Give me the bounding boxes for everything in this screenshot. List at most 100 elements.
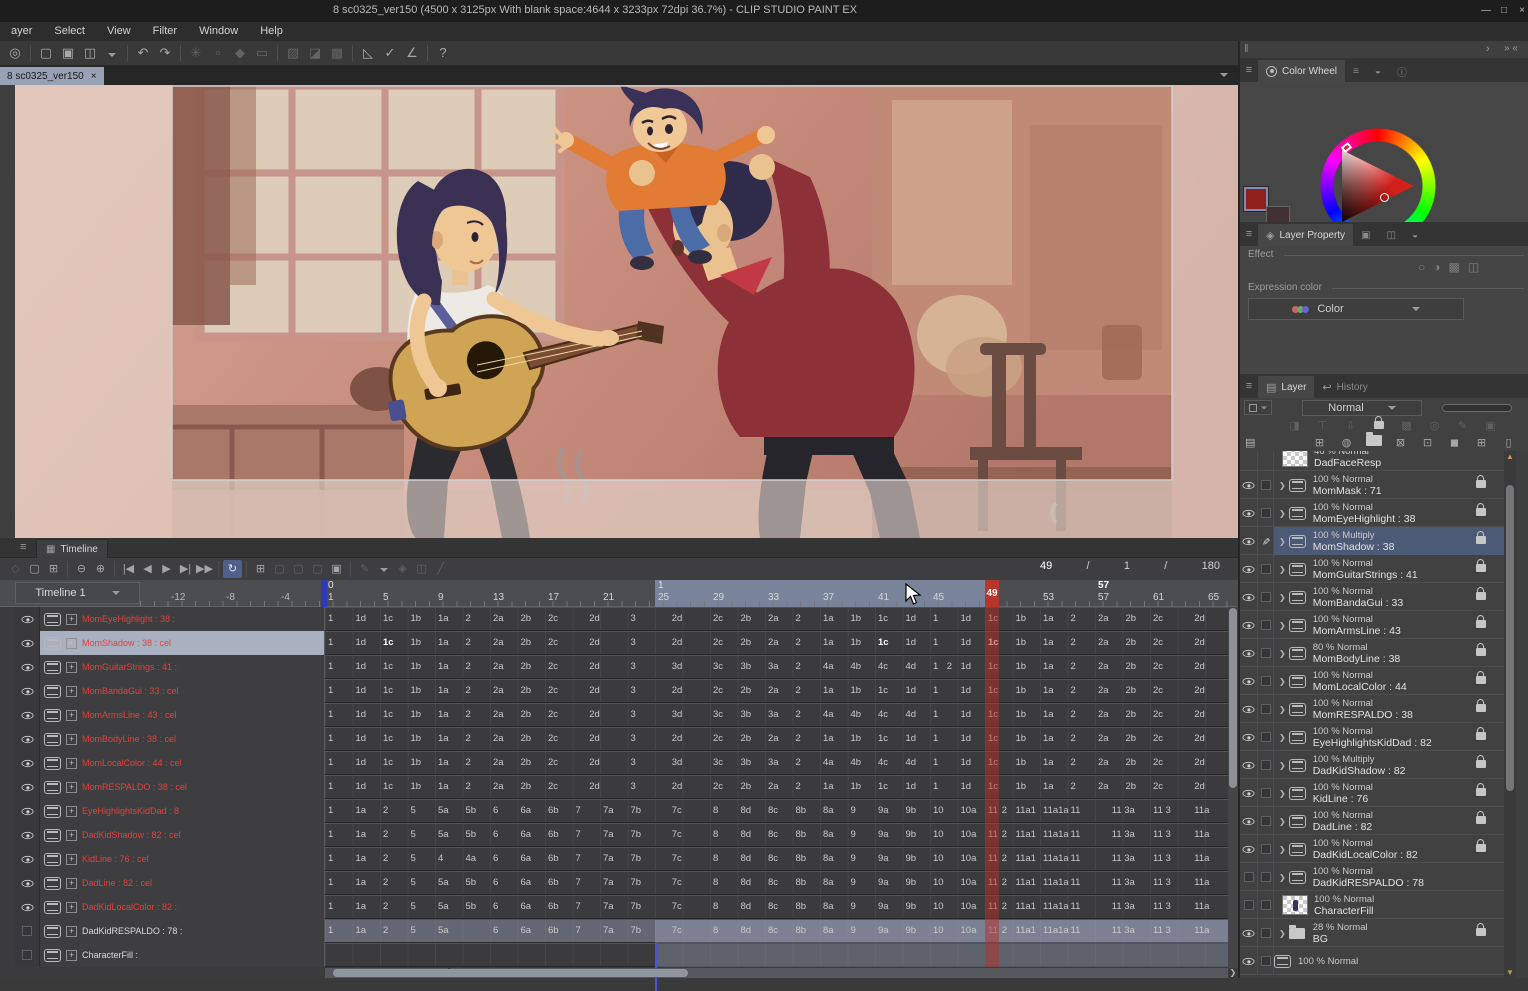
track-frames-CharacterFill[interactable]: [325, 943, 1228, 967]
cel-label[interactable]: 10a: [961, 829, 977, 840]
cel-label[interactable]: 5: [411, 925, 416, 936]
layer-row[interactable]: ❯ 100 % Normal MomBandaGui : 33: [1240, 583, 1504, 611]
cel-label[interactable]: 11: [1071, 901, 1081, 912]
cel-label[interactable]: 8b: [796, 829, 807, 840]
cel-label[interactable]: 2b: [521, 781, 532, 792]
cel-label[interactable]: 9a: [878, 901, 889, 912]
cel-label[interactable]: 2c: [1153, 709, 1163, 720]
cel-label[interactable]: 2d: [672, 685, 683, 696]
eye-icon[interactable]: [1242, 649, 1255, 657]
layer-edit-cell[interactable]: [1258, 751, 1274, 779]
cel-label[interactable]: 3a: [768, 661, 779, 672]
cel-label[interactable]: 2: [796, 733, 801, 744]
expand-chevron-icon[interactable]: ❯: [1279, 677, 1286, 686]
cel-label[interactable]: 3b: [741, 661, 752, 672]
cel-label[interactable]: 9b: [906, 901, 917, 912]
sv-cursor[interactable]: [1380, 193, 1389, 202]
cel-label[interactable]: 7c: [672, 877, 682, 888]
document-tab-close-icon[interactable]: ×: [91, 71, 97, 82]
cel-label[interactable]: 1c: [878, 613, 888, 624]
layer-color-swatch-icon[interactable]: ▣: [1481, 417, 1500, 435]
delete-cel-icon[interactable]: ▢: [289, 560, 308, 578]
cel-label[interactable]: 2b: [741, 637, 752, 648]
eye-icon[interactable]: [21, 615, 33, 623]
cel-label[interactable]: 11a1: [1016, 829, 1036, 840]
track-visibility-cell[interactable]: [15, 775, 40, 799]
layer-row[interactable]: ❯ 100 % Multiply DadKidShadow : 82: [1240, 751, 1504, 779]
cel-label[interactable]: 2: [796, 709, 801, 720]
cel-label[interactable]: 2: [466, 661, 471, 672]
cel-label[interactable]: 2d: [1194, 757, 1205, 768]
cel-label[interactable]: 2a: [1098, 709, 1109, 720]
cel-label[interactable]: 2c: [1153, 637, 1163, 648]
new-canvas-icon[interactable]: ▢: [35, 43, 57, 63]
layer-row[interactable]: ✎ ❯ 100 % Multiply MomShadow : 38: [1240, 527, 1504, 555]
cel-label[interactable]: 4c: [878, 709, 888, 720]
cel-label[interactable]: 1a: [438, 685, 449, 696]
cel-label[interactable]: 11a1a: [1043, 853, 1069, 864]
eye-icon[interactable]: [1242, 761, 1255, 769]
cel-label[interactable]: 9: [851, 805, 856, 816]
cel-label[interactable]: 1a: [438, 733, 449, 744]
cel-label[interactable]: 11a1: [1016, 805, 1036, 816]
cel-label[interactable]: 1a: [1043, 613, 1054, 624]
cel-label[interactable]: 10: [933, 829, 944, 840]
onion-skin-icon[interactable]: ✎: [355, 560, 374, 578]
cel-label[interactable]: 5a: [438, 877, 449, 888]
cel-label[interactable]: 2c: [713, 733, 723, 744]
track-expand-plus-icon[interactable]: [66, 661, 77, 673]
cel-label[interactable]: 7a: [603, 877, 614, 888]
track-name-KidLine[interactable]: KidLine : 76 : cel: [40, 847, 325, 871]
layer-edit-cell[interactable]: [1258, 611, 1274, 639]
cel-label[interactable]: 1: [933, 709, 938, 720]
new-raster-layer-icon[interactable]: ⊞: [1310, 434, 1329, 452]
cel-label[interactable]: 2: [383, 877, 388, 888]
cel-label[interactable]: 11a1a: [1043, 925, 1069, 936]
cel-label[interactable]: 2: [1002, 829, 1007, 840]
cel-label[interactable]: 2d: [589, 613, 600, 624]
edit-checkbox[interactable]: [1260, 648, 1271, 658]
cel-label[interactable]: 6: [493, 829, 498, 840]
cel-label[interactable]: 2a: [768, 733, 779, 744]
cel-label[interactable]: 2: [1002, 805, 1007, 816]
cel-label[interactable]: 3b: [741, 709, 752, 720]
track-visibility-cell[interactable]: [15, 607, 40, 631]
eye-icon[interactable]: [1242, 509, 1255, 517]
cel-label[interactable]: 2b: [1126, 709, 1137, 720]
track-frames-MomEyeHighlight[interactable]: 1 1d 1c 1b 1a 2 2a 2b 2c 2d 3 2d 2c 2b 2a 2 1a 1b 1c 1d 1 1d 1…: [325, 607, 1228, 631]
cel-label[interactable]: 2b: [741, 781, 752, 792]
track-name-MomBandaGui[interactable]: MomBandaGui : 33 : cel: [40, 679, 325, 703]
set-as-draft-icon[interactable]: ⇩: [1341, 417, 1360, 435]
layer-edit-cell[interactable]: [1258, 583, 1274, 611]
track-frames-KidLine[interactable]: 11a2544a66a6b77a7b7c88d8c8b8a99a9b1010a1…: [325, 847, 1228, 871]
cel-label[interactable]: 9b: [906, 829, 917, 840]
eye-icon[interactable]: [21, 807, 33, 815]
approx-color-tab-icon[interactable]: ◒: [1367, 60, 1389, 82]
batch-specify-icon[interactable]: ▢: [308, 560, 327, 578]
loop-play-icon[interactable]: ↻: [223, 560, 242, 578]
layer-row-content[interactable]: ❯ 100 % Multiply MomShadow : 38: [1274, 527, 1504, 555]
cel-label[interactable]: 1b: [1016, 661, 1027, 672]
canvas-viewport[interactable]: [0, 85, 1238, 538]
cel-label[interactable]: 2b: [521, 757, 532, 768]
cel-label[interactable]: 8: [713, 925, 718, 936]
color-slider-tab-icon[interactable]: ≡: [1345, 60, 1367, 82]
eye-icon[interactable]: [1242, 733, 1255, 741]
border-effect-tab-icon[interactable]: ▣: [1353, 224, 1378, 246]
track-expand-plus-icon[interactable]: [66, 685, 77, 697]
cel-label[interactable]: 1b: [411, 685, 422, 696]
cel-label[interactable]: 3c: [713, 709, 723, 720]
cel-label[interactable]: 9b: [906, 877, 917, 888]
cel-label[interactable]: 9: [851, 829, 856, 840]
cel-label[interactable]: 2a: [493, 709, 504, 720]
edit-checkbox[interactable]: [1260, 900, 1271, 910]
minimize-button[interactable]: —: [1478, 3, 1494, 19]
layer-visibility-cell[interactable]: [1240, 751, 1258, 779]
layer-row[interactable]: 100 % Normal: [1240, 947, 1504, 975]
cel-label[interactable]: 1: [933, 637, 938, 648]
cel-label[interactable]: 1a: [823, 685, 834, 696]
cel-label[interactable]: 1d: [906, 685, 917, 696]
layer-row-content[interactable]: ❯ 100 % Normal DadKidLocalColor : 82: [1274, 835, 1504, 863]
cel-label[interactable]: 3b: [741, 757, 752, 768]
cel-label[interactable]: 1b: [1016, 757, 1027, 768]
